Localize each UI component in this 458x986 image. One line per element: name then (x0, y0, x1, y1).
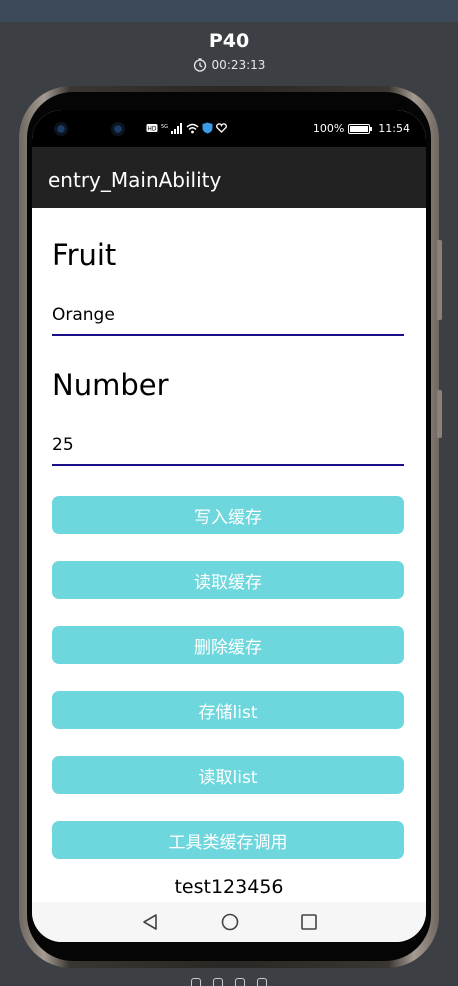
session-timer: 00:23:13 (0, 58, 458, 72)
status-right: 100% 11:54 (313, 122, 410, 135)
toolbar-icon[interactable] (235, 978, 245, 986)
hd-icon: HD (146, 124, 158, 133)
emulator-toolbar-icons (0, 978, 458, 986)
write-cache-button[interactable]: 写入缓存 (52, 496, 404, 534)
app-title: entry_MainAbility (48, 168, 222, 192)
battery-percent: 100% (312, 122, 345, 135)
status-indicators: HD 5G (146, 122, 227, 134)
front-camera-icon (54, 122, 68, 136)
svg-text:5G: 5G (161, 124, 168, 130)
svg-text:HD: HD (147, 126, 157, 133)
status-time: 11:54 (378, 122, 410, 135)
fruit-input[interactable] (52, 296, 404, 336)
battery-icon (348, 123, 373, 134)
fruit-label: Fruit (52, 238, 117, 272)
power-button (437, 390, 442, 438)
timer-text: 00:23:13 (211, 58, 266, 72)
number-input[interactable] (52, 426, 404, 466)
read-list-button[interactable]: 读取list (52, 756, 404, 794)
window-top-strip (0, 0, 458, 22)
back-icon[interactable] (141, 913, 159, 931)
main-content: Fruit Number 写入缓存 读取缓存 删除缓存 存储list 读取lis… (32, 208, 426, 902)
app-bar: entry_MainAbility (32, 147, 426, 208)
number-label: Number (52, 368, 169, 402)
toolbar-icon[interactable] (257, 978, 267, 986)
status-bar: HD 5G 100% 11:54 (32, 110, 426, 147)
result-text: test123456 (174, 876, 284, 898)
util-cache-button[interactable]: 工具类缓存调用 (52, 821, 404, 859)
heart-icon (216, 123, 227, 133)
home-icon[interactable] (221, 913, 239, 931)
wifi-icon (186, 123, 199, 133)
signal-icon: 5G (161, 122, 182, 134)
toolbar-icon[interactable] (191, 978, 201, 986)
navigation-bar (32, 902, 426, 942)
delete-cache-button[interactable]: 删除缓存 (52, 626, 404, 664)
shield-icon (202, 122, 213, 134)
device-name: P40 (208, 30, 250, 52)
store-list-button[interactable]: 存储list (52, 691, 404, 729)
recents-icon[interactable] (301, 914, 317, 930)
front-camera-icon (111, 122, 125, 136)
volume-button (437, 240, 442, 320)
timer-icon (193, 58, 206, 72)
toolbar-icon[interactable] (213, 978, 223, 986)
phone-screen: HD 5G 100% 11:54 entry_MainAbility Fruit… (32, 110, 426, 942)
read-cache-button[interactable]: 读取缓存 (52, 561, 404, 599)
